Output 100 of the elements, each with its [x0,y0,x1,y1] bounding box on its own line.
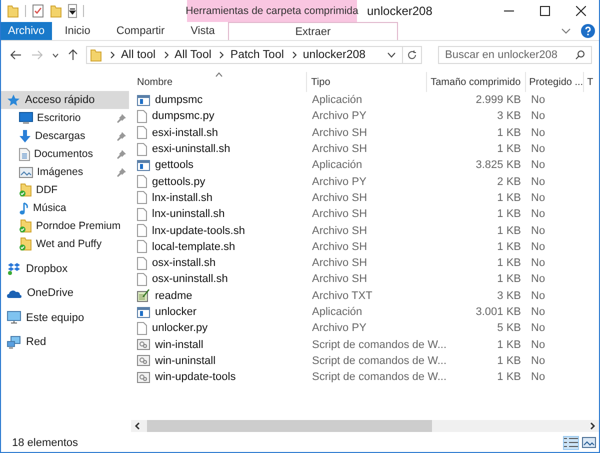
table-cell: Aplicación [312,94,362,106]
script-window-icon [137,339,150,350]
up-arrow-icon[interactable] [68,49,78,61]
sidebar-item[interactable]: Acceso rápido [1,91,129,109]
sidebar-item[interactable]: Red [1,333,129,351]
breadcrumb[interactable]: Patch Tool [230,49,284,61]
sidebar-item[interactable]: Música [1,199,129,217]
table-cell: No [531,257,546,270]
file-name[interactable]: esxi-uninstall.sh [152,143,230,156]
script-window-icon [137,355,150,366]
sidebar-label: Porndoe Premium [36,220,121,232]
sidebar-item[interactable]: Descargas [1,127,129,145]
search-field[interactable]: Buscar en unlocker208 [438,46,592,64]
sidebar-item[interactable]: Este equipo [1,308,129,326]
sidebar-label: Música [33,202,66,214]
monitor-icon [7,311,21,324]
pin-icon[interactable] [117,150,126,158]
expand-ribbon-icon[interactable] [561,28,571,34]
scroll-thumb[interactable] [147,420,432,432]
sidebar-item[interactable]: Escritorio [1,109,129,127]
table-cell: No [531,110,546,122]
sidebar-label: Dropbox [26,262,68,274]
file-name[interactable]: dumpsmc [155,94,203,106]
dropdown-icon[interactable] [68,4,77,18]
table-cell: Archivo SH [312,257,368,270]
dropdown-icon[interactable] [387,52,396,58]
file-name[interactable]: win-install [155,338,204,351]
details-view-button[interactable] [563,436,579,450]
breadcrumb[interactable]: All Tool [174,49,212,61]
table-cell: Archivo SH [312,192,368,204]
help-icon[interactable] [581,24,595,38]
file-name[interactable]: unlocker.py [152,322,208,334]
table-cell: Archivo SH [312,126,368,139]
column-header[interactable]: Protegido ... [526,72,584,92]
address-bar[interactable]: All tool All Tool Patch Tool unlocker208 [86,46,422,64]
sidebar-label: Este equipo [26,312,84,324]
breadcrumb[interactable]: All tool [121,49,156,61]
pin-icon[interactable] [117,114,126,122]
column-header[interactable]: Tipo [307,72,427,92]
file-name[interactable]: osx-uninstall.sh [152,273,228,286]
sidebar-label: Escritorio [37,112,81,124]
file-name[interactable]: win-uninstall [155,354,216,367]
file-name[interactable]: unlocker [155,306,197,318]
large-icons-view-button[interactable] [581,436,597,450]
file-name[interactable]: local-template.sh [152,240,236,253]
sidebar-item[interactable]: Imágenes [1,163,129,181]
ribbon-tab[interactable]: Archivo [1,22,52,40]
sidebar-item[interactable]: Porndoe Premium [1,217,129,235]
ribbon-tab[interactable]: Vista [178,22,228,40]
file-name[interactable]: dumpsmc.py [152,110,214,122]
sidebar-item[interactable]: Dropbox [1,260,129,278]
file-name[interactable]: gettools.py [152,176,206,188]
table-cell: No [531,94,546,106]
pin-icon[interactable] [117,132,126,140]
breadcrumb[interactable]: unlocker208 [302,49,366,61]
table-cell: No [531,354,546,367]
file-icon [137,224,147,238]
file-name[interactable]: win-update-tools [155,371,236,384]
table-cell: 1 KB [497,224,521,237]
sidebar-item[interactable]: OneDrive [1,284,129,302]
file-name[interactable]: gettools [155,159,194,172]
column-header[interactable]: Nombre [131,72,308,92]
table-cell: Archivo SH [312,240,368,253]
table-cell: 1 KB [497,273,521,286]
horizontal-scrollbar[interactable] [131,420,599,432]
scroll-left-icon[interactable] [134,422,140,430]
table-cell: No [531,143,546,156]
checklist-icon[interactable] [32,4,44,18]
column-header[interactable]: T [584,72,599,92]
file-name[interactable]: lnx-update-tools.sh [152,224,245,237]
chevron-icon [219,51,224,59]
ribbon-tab[interactable]: Compartir [103,22,178,40]
document-icon [19,148,30,160]
column-header[interactable]: Tamaño comprimido [426,72,526,92]
file-name[interactable]: lnx-install.sh [152,192,213,204]
contextual-tab-group: Herramientas de carpeta comprimida [187,0,357,22]
recent-caret-icon[interactable] [52,52,59,58]
item-count: 18 elementos [12,436,78,448]
table-cell: No [531,338,546,351]
table-cell: No [531,192,546,204]
file-icon [137,126,147,140]
desktop-icon [19,112,33,124]
sidebar-item[interactable]: Wet and Puffy [1,235,129,253]
sidebar-item[interactable]: Documentos [1,145,129,163]
file-name[interactable]: osx-install.sh [152,257,216,270]
file-name[interactable]: lnx-uninstall.sh [152,208,225,220]
sidebar-label: Acceso rápido [25,94,95,106]
scroll-right-icon[interactable] [590,422,596,430]
sidebar-item[interactable]: DDF [1,181,129,199]
table-cell: 2.999 KB [476,94,521,106]
ribbon-tab[interactable]: Inicio [52,22,104,40]
table-cell: 1 KB [497,126,521,139]
maximize-icon[interactable] [540,6,550,16]
pin-icon[interactable] [117,168,126,176]
file-name[interactable]: readme [155,290,192,302]
refresh-icon[interactable] [407,50,417,60]
back-arrow-icon[interactable] [10,50,22,60]
close-icon[interactable] [576,6,586,16]
ribbon-tab[interactable]: Extraer [228,22,398,40]
file-name[interactable]: esxi-install.sh [152,126,218,139]
